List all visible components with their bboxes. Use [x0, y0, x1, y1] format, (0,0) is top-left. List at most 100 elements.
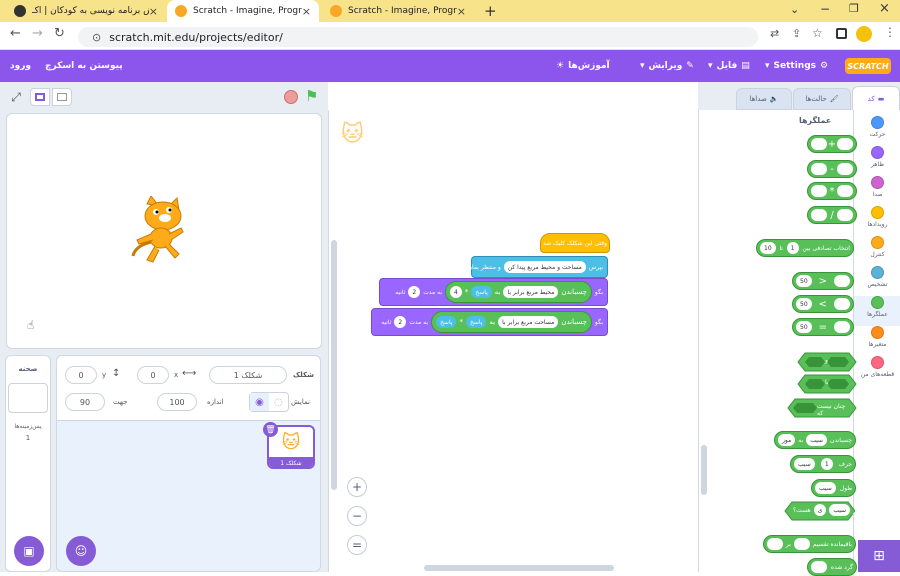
answer-reporter[interactable]: پاسخ: [465, 316, 487, 328]
answer-reporter[interactable]: پاسخ: [471, 286, 492, 298]
vertical-scrollbar[interactable]: [331, 240, 337, 490]
close-tab-icon[interactable]: ×: [149, 5, 158, 18]
file-menu[interactable]: ▾ فایل ▤: [708, 50, 750, 82]
ask-block[interactable]: و منتظر بمان مساحت و محیط مربع پیدا کن ب…: [468, 256, 608, 278]
new-tab-icon[interactable]: +: [484, 2, 497, 20]
join-block[interactable]: موز به سیب چسباندن: [774, 431, 856, 449]
contains-a-field[interactable]: سیب: [829, 504, 851, 516]
multiply-block[interactable]: *: [807, 182, 857, 200]
close-window-icon[interactable]: ×: [879, 1, 890, 16]
answer-reporter[interactable]: پاسخ: [436, 316, 457, 328]
greater-than-block[interactable]: 50 >: [792, 272, 854, 290]
fullscreen-icon[interactable]: ⤢: [7, 88, 25, 106]
join-a-field[interactable]: سیب: [806, 434, 827, 446]
cmp-value[interactable]: 50: [796, 298, 812, 310]
say-secs-field[interactable]: 2: [394, 316, 407, 328]
random-to-field[interactable]: 10: [760, 242, 776, 254]
profile-avatar-icon[interactable]: [856, 26, 872, 42]
share-icon[interactable]: ⇪: [792, 27, 801, 40]
cmp-value[interactable]: 50: [796, 275, 812, 287]
zoom-in-button[interactable]: +: [347, 477, 367, 497]
join-text-field[interactable]: محیط مربع برابر با: [503, 286, 559, 298]
join-b-field[interactable]: موز: [778, 434, 796, 446]
code-workspace[interactable]: 🐱 وقتی این شکلک کلیک شد و منتظر بمان مسا…: [328, 110, 707, 572]
category-item[interactable]: کنترل: [854, 236, 900, 266]
category-item[interactable]: ظاهر: [854, 146, 900, 176]
mod-block[interactable]: بر باقیمانده تقسیم: [763, 535, 856, 553]
sprite-name-field[interactable]: شکلک 1: [209, 366, 287, 384]
length-of-field[interactable]: سیب: [815, 482, 836, 494]
stop-icon[interactable]: [284, 90, 298, 104]
settings-menu[interactable]: ▾ Settings ⚙: [765, 50, 828, 82]
chevron-down-icon[interactable]: ⌄: [790, 3, 799, 16]
more-menu-icon[interactable]: ⋮: [884, 25, 896, 39]
divide-block[interactable]: /: [807, 206, 857, 224]
tab-code[interactable]: کد ▬: [852, 86, 900, 110]
tab-costumes[interactable]: حالت‌ها 🖌: [793, 88, 851, 110]
say-for-secs-block-2[interactable]: ثانیه 2 به مدت پاسخ * پاسخ به مساحت مربع…: [371, 308, 608, 336]
y-field[interactable]: 0: [65, 366, 97, 384]
minimize-icon[interactable]: −: [820, 2, 830, 16]
size-field[interactable]: 100: [157, 393, 197, 411]
eye-visible-icon[interactable]: ◉: [250, 393, 269, 411]
scratch-logo[interactable]: SCRATCH: [845, 58, 891, 74]
category-item[interactable]: حرکت: [854, 116, 900, 146]
direction-field[interactable]: 90: [65, 393, 105, 411]
palette-scrollbar[interactable]: [701, 445, 707, 495]
choose-backdrop-icon[interactable]: ▣: [14, 536, 44, 566]
category-item[interactable]: رویدادها: [854, 206, 900, 236]
large-stage-button[interactable]: [52, 88, 72, 106]
green-flag-icon[interactable]: ⚑: [305, 87, 318, 105]
sidepanel-icon[interactable]: [836, 28, 847, 39]
restore-icon[interactable]: ❐: [849, 2, 859, 15]
category-item[interactable]: متغیرها: [854, 326, 900, 356]
add-block[interactable]: +: [807, 135, 857, 153]
category-item[interactable]: صدا: [854, 176, 900, 206]
back-icon[interactable]: ←: [10, 26, 21, 41]
when-clicked-hat-block[interactable]: وقتی این شکلک کلیک شد: [540, 233, 610, 253]
contains-b-field[interactable]: ی: [813, 504, 827, 516]
zoom-reset-button[interactable]: =: [347, 535, 367, 555]
join-block-1[interactable]: 4 * پاسخ به محیط مربع برابر با چسباندن: [445, 281, 592, 303]
less-than-block[interactable]: 50 <: [792, 295, 854, 313]
join-block-2[interactable]: پاسخ * پاسخ به مساحت مربع برابر با چسبان…: [431, 311, 592, 333]
equals-block[interactable]: 50 =: [792, 318, 854, 336]
say-secs-field[interactable]: 2: [408, 286, 421, 298]
choose-sprite-icon[interactable]: ☺: [66, 536, 96, 566]
letter-of-field[interactable]: سیب: [794, 458, 815, 470]
ask-text-field[interactable]: مساحت و محیط مربع پیدا کن: [503, 261, 586, 273]
tab-sounds[interactable]: صداها 🔈: [736, 88, 792, 110]
backdrop-thumbnail[interactable]: [8, 383, 48, 413]
x-field[interactable]: 0: [137, 366, 169, 384]
times-field[interactable]: 4: [450, 286, 462, 298]
letter-index-field[interactable]: 1: [820, 458, 833, 470]
bookmark-star-icon[interactable]: ☆: [812, 26, 823, 40]
tutorials-button[interactable]: ☀ آموزش‌ها: [556, 50, 610, 82]
category-item[interactable]: عملگرها: [854, 296, 900, 326]
translate-icon[interactable]: ⇄: [770, 27, 779, 40]
browser-tab[interactable]: Scratch - Imagine, Program, Shar ×: [322, 0, 474, 22]
random-from-field[interactable]: 1: [786, 242, 799, 254]
signin-link[interactable]: ورود: [10, 50, 31, 82]
say-for-secs-block-1[interactable]: ثانیه 2 به مدت 4 * پاسخ به محیط مربع برا…: [379, 278, 608, 306]
add-extension-icon[interactable]: ⊞: [858, 540, 900, 572]
close-tab-icon[interactable]: ×: [302, 5, 311, 18]
cmp-value[interactable]: 50: [796, 321, 812, 333]
zoom-out-button[interactable]: −: [347, 506, 367, 526]
letter-of-block[interactable]: سیب 1 حرف: [790, 455, 856, 473]
join-text-field[interactable]: مساحت مربع برابر با: [498, 316, 559, 328]
edit-menu[interactable]: ▾ ویرایش ✎: [640, 50, 694, 82]
small-stage-button[interactable]: [30, 88, 50, 106]
round-block[interactable]: گرد شده: [807, 558, 857, 576]
pick-random-block[interactable]: 10 تا 1 انتخاب تصادفی بین: [756, 239, 854, 257]
category-item[interactable]: قطعه‌های من: [854, 356, 900, 386]
cat-sprite[interactable]: [129, 196, 193, 266]
browser-tab-active[interactable]: Scratch - Imagine, Program, Shar ×: [167, 0, 319, 22]
subtract-block[interactable]: -: [807, 160, 857, 178]
category-item[interactable]: تشخیص: [854, 266, 900, 296]
join-scratch-link[interactable]: پیوستن به اسکرچ: [45, 50, 123, 82]
close-tab-icon[interactable]: ×: [457, 5, 466, 18]
reload-icon[interactable]: ↻: [54, 26, 65, 41]
forward-icon[interactable]: →: [32, 26, 43, 41]
length-of-block[interactable]: سیب طول: [811, 479, 856, 497]
